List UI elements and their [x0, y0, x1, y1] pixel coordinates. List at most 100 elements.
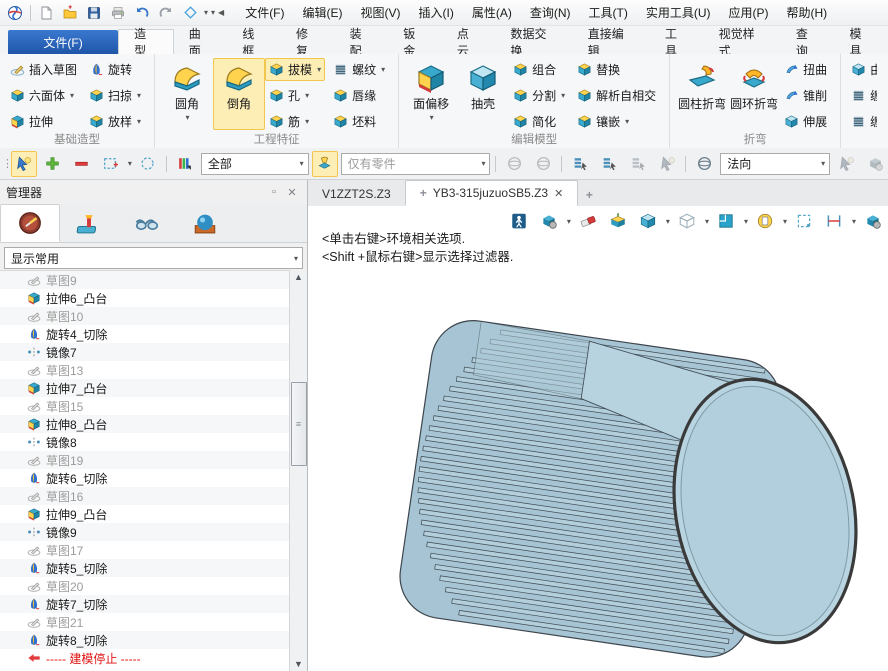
- app-logo[interactable]: [4, 3, 26, 23]
- ribbon-tab-查询[interactable]: 查询: [781, 30, 835, 54]
- tree-row[interactable]: 拉伸9_凸台: [0, 505, 290, 523]
- clamp-filter-icon[interactable]: [312, 151, 338, 177]
- menu-3[interactable]: 视图(V): [352, 1, 410, 24]
- tree-row[interactable]: 草图21: [0, 613, 290, 631]
- ribbon-tab-装配[interactable]: 装配: [335, 30, 389, 54]
- customize-icon[interactable]: ▾: [211, 8, 215, 17]
- assembly-manager-tab[interactable]: [60, 206, 118, 242]
- close-tab-icon[interactable]: ✕: [554, 187, 563, 200]
- ribbon-tab-数据交换[interactable]: 数据交换: [496, 30, 573, 54]
- ribbon-button-简化[interactable]: 简化: [509, 110, 569, 133]
- link-off-icon[interactable]: [501, 151, 527, 177]
- tree-row[interactable]: 拉伸6_凸台: [0, 289, 290, 307]
- ribbon-button-镶嵌[interactable]: 镶嵌▾: [573, 110, 660, 133]
- menu-4[interactable]: 插入(I): [410, 1, 463, 24]
- ribbon-button-放样[interactable]: 放样▾: [85, 110, 145, 133]
- display-set-icon[interactable]: [536, 208, 562, 234]
- print-icon[interactable]: [107, 3, 129, 23]
- menu-8[interactable]: 实用工具(U): [637, 1, 720, 24]
- ribbon-button-面偏移[interactable]: 面偏移▾: [405, 58, 457, 130]
- tree-row[interactable]: 旋转8_切除: [0, 631, 290, 649]
- ribbon-tab-直接编辑[interactable]: 直接编辑: [573, 30, 650, 54]
- tree-row[interactable]: ----- 建模停止 -----: [0, 649, 290, 667]
- tree-row[interactable]: 镜像9: [0, 523, 290, 541]
- regen-icon[interactable]: [605, 208, 631, 234]
- visibility-manager-tab[interactable]: [118, 206, 176, 242]
- ribbon-button-伸展[interactable]: 伸展: [780, 110, 831, 133]
- menu-10[interactable]: 帮助(H): [778, 1, 837, 24]
- new-file-icon[interactable]: [35, 3, 57, 23]
- collapse-icon[interactable]: ◀: [218, 8, 224, 17]
- history-manager-tab[interactable]: [0, 204, 60, 242]
- ribbon-button-坯料[interactable]: 坯料: [329, 110, 389, 133]
- 3d-model-finned-cylinder[interactable]: [308, 206, 888, 671]
- ribbon-tab-修复[interactable]: 修复: [281, 30, 335, 54]
- menu-2[interactable]: 编辑(E): [294, 1, 352, 24]
- ribbon-button-倒角[interactable]: 倒角: [213, 58, 265, 130]
- tree-row[interactable]: 草图20: [0, 577, 290, 595]
- ribbon-button-圆柱折弯[interactable]: 圆柱折弯: [676, 58, 728, 130]
- tree-row[interactable]: 旋转7_切除: [0, 595, 290, 613]
- tree-row[interactable]: 草图16: [0, 487, 290, 505]
- manager-filter-dropdown[interactable]: 显示常用 ▾: [4, 247, 303, 269]
- tree-row[interactable]: 草图13: [0, 361, 290, 379]
- menu-1[interactable]: 文件(F): [236, 1, 293, 24]
- pick-arrow-icon[interactable]: [11, 151, 37, 177]
- ribbon-tab-工具[interactable]: 工具: [650, 30, 704, 54]
- section-view-icon[interactable]: [752, 208, 778, 234]
- menu-5[interactable]: 属性(A): [463, 1, 521, 24]
- ribbon-button-插入草图[interactable]: 插入草图: [6, 58, 81, 81]
- config-icon[interactable]: [860, 208, 886, 234]
- ribbon-button-扫掠[interactable]: 扫掠▾: [85, 84, 145, 107]
- lasso-pick-icon[interactable]: [135, 151, 161, 177]
- tree-scrollbar[interactable]: ▲ ≡ ▼: [289, 270, 307, 671]
- ribbon-button-筋[interactable]: 筋▾: [265, 110, 325, 133]
- erase-icon[interactable]: [575, 208, 601, 234]
- ribbon-button-拉伸[interactable]: 拉伸: [6, 110, 81, 133]
- close-icon[interactable]: ✕: [283, 184, 301, 200]
- add-pick-icon[interactable]: [40, 151, 66, 177]
- ribbon-button-圆环折弯[interactable]: 圆环折弯: [728, 58, 780, 130]
- pick-list-all-icon[interactable]: [625, 151, 651, 177]
- document-tab-YB3-315juzuoSB5.Z3[interactable]: +YB3-315juzuoSB5.Z3✕: [405, 180, 579, 206]
- pick-list-icon[interactable]: [567, 151, 593, 177]
- tree-row[interactable]: 草图19: [0, 451, 290, 469]
- tree-row[interactable]: 草图17: [0, 541, 290, 559]
- menu-9[interactable]: 应用(P): [720, 1, 778, 24]
- pick-from-list-icon[interactable]: [833, 151, 859, 177]
- ribbon-tab-点云[interactable]: 点云: [442, 30, 496, 54]
- ribbon-tab-曲面[interactable]: 曲面: [174, 30, 228, 54]
- entity-filter-combo[interactable]: 全部▾: [201, 153, 309, 175]
- view-plane-icon[interactable]: [713, 208, 739, 234]
- tree-row[interactable]: 拉伸7_凸台: [0, 379, 290, 397]
- ribbon-button-唇缘[interactable]: 唇缘: [329, 84, 389, 107]
- pick-scope-combo[interactable]: 仅有零件▾: [341, 153, 491, 175]
- ribbon-button-螺纹[interactable]: 螺纹▾: [329, 58, 389, 81]
- tree-row[interactable]: 镜像7: [0, 343, 290, 361]
- ribbon-button-解析自相交[interactable]: 解析自相交: [573, 84, 660, 107]
- scrollbar-thumb[interactable]: ≡: [291, 382, 307, 466]
- view-navigate-icon[interactable]: [179, 3, 201, 23]
- restore-icon[interactable]: ▫: [265, 184, 283, 200]
- tree-row[interactable]: 草图15: [0, 397, 290, 415]
- ribbon-tab-视觉样式[interactable]: 视觉样式: [704, 30, 781, 54]
- ribbon-button-锥削[interactable]: 锥削: [780, 84, 831, 107]
- pick-list-add-icon[interactable]: [596, 151, 622, 177]
- frame-combo[interactable]: 法向▾: [720, 153, 830, 175]
- ribbon-tab-线框[interactable]: 线框: [227, 30, 281, 54]
- tree-row[interactable]: 旋转5_切除: [0, 559, 290, 577]
- remove-pick-icon[interactable]: [69, 151, 95, 177]
- graphics-viewport[interactable]: <单击右键>环境相关选项. <Shift +鼠标右键>显示选择过滤器. ▾▾▾▾…: [308, 206, 888, 671]
- save-icon[interactable]: [83, 3, 105, 23]
- ribbon-button-缠绕[interactable]: 缠绕: [847, 84, 877, 107]
- ribbon-button-圆角[interactable]: 圆角▾: [161, 58, 213, 130]
- tree-row[interactable]: 旋转6_切除: [0, 469, 290, 487]
- ribbon-button-旋转[interactable]: 旋转: [85, 58, 145, 81]
- ribbon-button-扭曲[interactable]: 扭曲: [780, 58, 831, 81]
- menu-7[interactable]: 工具(T): [580, 1, 637, 24]
- undo-icon[interactable]: [131, 3, 153, 23]
- ribbon-button-孔[interactable]: 孔▾: [265, 84, 325, 107]
- frame-orient-icon[interactable]: [691, 151, 717, 177]
- color-filter-icon[interactable]: [172, 151, 198, 177]
- zoom-window-icon[interactable]: [791, 208, 817, 234]
